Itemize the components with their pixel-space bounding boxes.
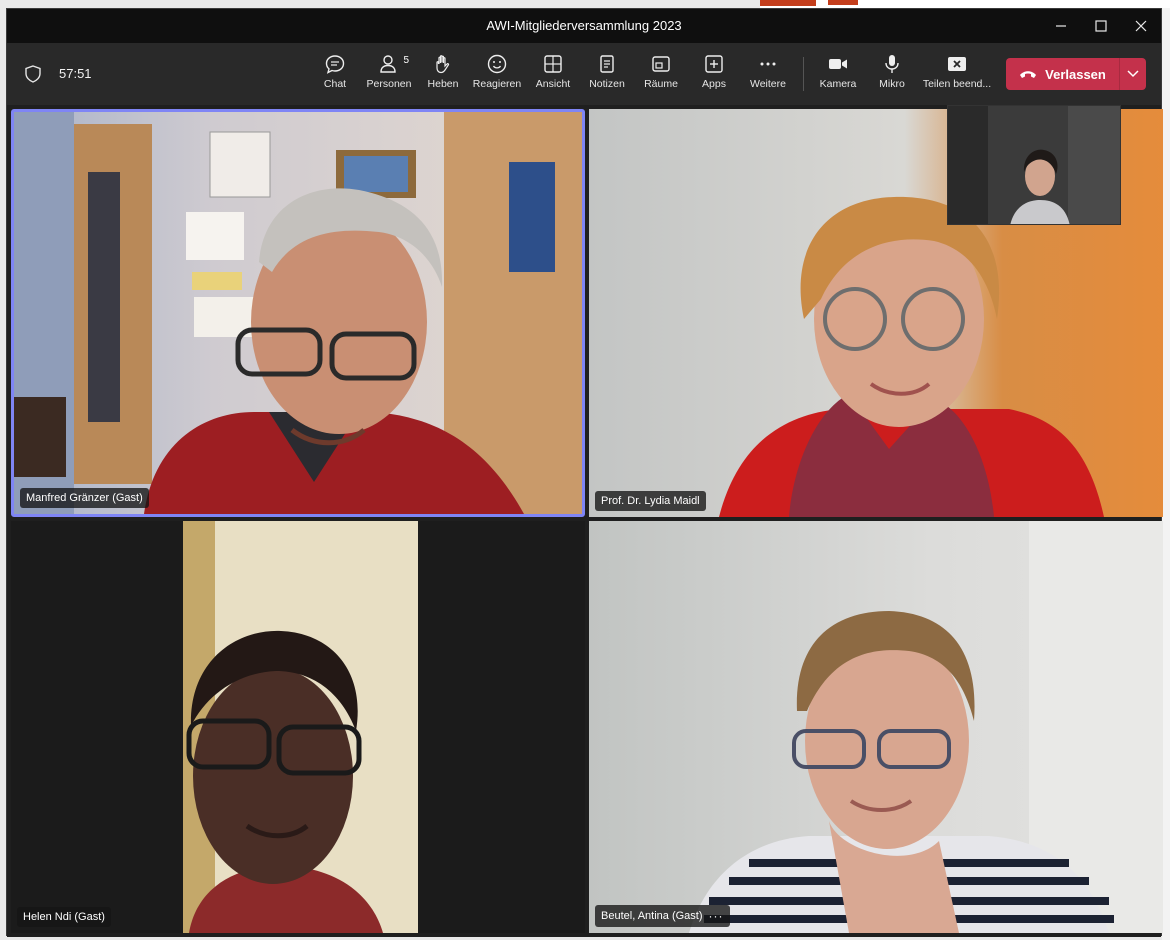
people-count: 5 <box>403 55 409 66</box>
background-window-strip <box>760 0 1170 8</box>
chat-icon <box>325 55 345 74</box>
view-button[interactable]: Ansicht <box>525 53 581 97</box>
maximize-button[interactable] <box>1081 9 1121 43</box>
more-button[interactable]: Weitere <box>740 53 796 97</box>
close-button[interactable] <box>1121 9 1161 43</box>
leave-label: Verlassen <box>1045 66 1106 82</box>
participant-name: Helen Ndi (Gast) <box>23 911 105 923</box>
react-label: Reagieren <box>472 78 522 90</box>
chat-label: Chat <box>323 78 347 90</box>
participant-more-options[interactable]: ··· <box>709 909 724 923</box>
chat-button[interactable]: Chat <box>307 53 363 97</box>
participant-video-manfred <box>14 112 582 514</box>
video-tile-antina[interactable]: Beutel, Antina (Gast) ··· <box>589 521 1163 933</box>
hang-up-icon <box>1020 71 1037 78</box>
emoji-icon <box>487 54 507 74</box>
self-view-feed <box>948 106 1120 224</box>
stop-share-label: Teilen beend... <box>922 78 992 90</box>
participant-video-antina <box>589 521 1163 933</box>
toolbar-divider <box>803 57 804 91</box>
people-label: Personen <box>366 78 412 90</box>
participant-name-tag: Helen Ndi (Gast) <box>17 907 111 927</box>
participant-name: Beutel, Antina (Gast) <box>601 910 703 922</box>
participant-name-tag: Beutel, Antina (Gast) ··· <box>595 905 730 927</box>
mic-label: Mikro <box>879 78 905 90</box>
background-window-accent <box>760 0 816 6</box>
leave-options-button[interactable] <box>1120 58 1146 90</box>
background-window-edge <box>1162 8 1170 940</box>
people-icon <box>380 55 396 73</box>
raise-hand-icon <box>436 55 450 74</box>
camera-button[interactable]: Kamera <box>810 53 866 97</box>
raise-hand-label: Heben <box>427 78 459 90</box>
apps-icon <box>705 55 723 73</box>
participant-name-tag: Prof. Dr. Lydia Maidl <box>595 491 706 511</box>
rooms-icon <box>652 56 670 72</box>
video-tile-manfred[interactable]: Manfred Gränzer (Gast) <box>11 109 585 517</box>
participant-name: Manfred Gränzer (Gast) <box>26 492 143 504</box>
video-tile-helen[interactable]: Helen Ndi (Gast) <box>11 521 585 933</box>
minimize-button[interactable] <box>1041 9 1081 43</box>
leave-button[interactable]: Verlassen <box>1006 58 1146 90</box>
self-view-video[interactable] <box>947 105 1121 225</box>
participant-video-helen <box>11 521 585 933</box>
more-icon <box>760 62 776 66</box>
react-button[interactable]: Reagieren <box>469 53 525 97</box>
apps-button[interactable]: Apps <box>686 53 742 97</box>
layout-icon <box>544 55 562 73</box>
notes-button[interactable]: Notizen <box>579 53 635 97</box>
participant-name-tag: Manfred Gränzer (Gast) <box>20 488 149 508</box>
stop-share-button[interactable]: Teilen beend... <box>922 53 992 97</box>
title-bar[interactable]: AWI-Mitgliederversammlung 2023 <box>7 9 1161 43</box>
meeting-timer: 57:51 <box>59 66 92 81</box>
minimize-icon <box>1056 25 1066 27</box>
notes-label: Notizen <box>589 78 625 90</box>
apps-label: Apps <box>702 78 726 90</box>
mic-button[interactable]: Mikro <box>864 53 920 97</box>
shield-icon <box>25 65 41 83</box>
close-icon <box>1135 20 1147 32</box>
window-title: AWI-Mitgliederversammlung 2023 <box>486 18 682 33</box>
chevron-down-icon <box>1127 70 1139 78</box>
people-button[interactable]: 5 Personen <box>361 53 417 97</box>
stop-share-icon <box>948 57 966 71</box>
teams-meeting-window: AWI-Mitgliederversammlung 2023 57:51 Cha… <box>6 8 1163 937</box>
mic-icon <box>885 55 899 73</box>
rooms-label: Räume <box>644 78 678 90</box>
video-stage: Manfred Gränzer (Gast) Prof. Dr. Lydia M… <box>7 105 1163 937</box>
camera-label: Kamera <box>819 78 857 90</box>
rooms-button[interactable]: Räume <box>633 53 689 97</box>
meeting-toolbar: 57:51 Chat 5 Personen Heben Reagieren An… <box>7 43 1161 105</box>
raise-hand-button[interactable]: Heben <box>415 53 471 97</box>
participant-name: Prof. Dr. Lydia Maidl <box>601 495 700 507</box>
background-window-accent <box>828 0 858 5</box>
view-label: Ansicht <box>535 78 571 90</box>
camera-icon <box>829 59 847 69</box>
more-label: Weitere <box>750 78 786 90</box>
maximize-icon <box>1095 20 1107 32</box>
notes-icon <box>600 55 614 73</box>
leave-main-button[interactable]: Verlassen <box>1006 58 1119 90</box>
